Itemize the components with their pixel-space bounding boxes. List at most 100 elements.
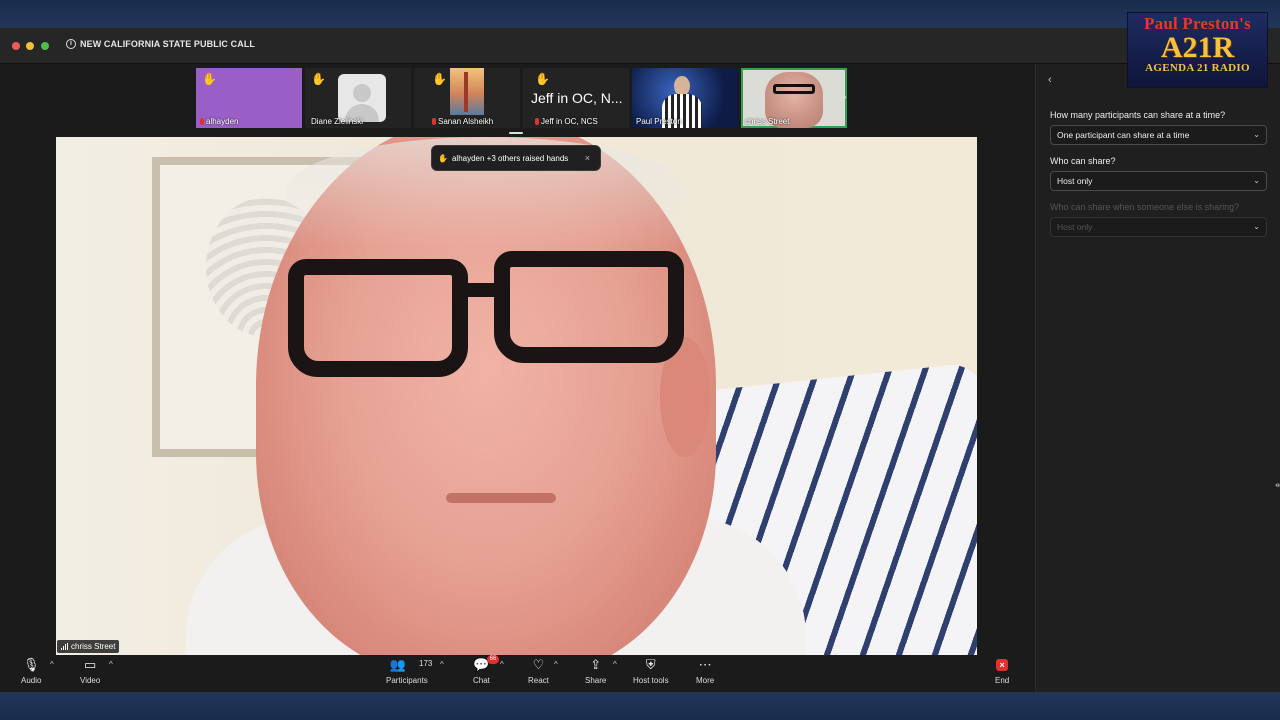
signal-bars-icon [61,643,68,650]
speaker-name: chriss Street [71,642,116,651]
video-label: Video [80,676,101,685]
participant-name: chriss Street [745,117,789,126]
chat-options-caret[interactable]: ^ [500,660,504,669]
participant-name-text: Sanan Alsheikh [438,117,494,126]
active-speaker-video [56,137,977,655]
logo-line-2: A21R [1160,31,1235,64]
desktop-top [0,0,1280,28]
participant-name: alhayden [200,117,238,126]
participant-name: Diane Zielinski [311,117,363,126]
screen: i NEW CALIFORNIA STATE PUBLIC CALL ✋ alh… [0,0,1280,720]
avatar [450,68,484,115]
video-button[interactable]: ▭ Video [80,656,100,685]
share-count-question: How many participants can share at a tim… [1050,110,1226,120]
microphone-icon: 🎙 [22,657,40,672]
participant-name-text: Jeff in OC, NCS [541,117,598,126]
chevron-down-icon: ⌄ [1253,222,1260,231]
shield-icon: ⛨ [645,657,656,672]
resize-cursor-icon: ⇹ [1275,480,1280,490]
audio-options-caret[interactable]: ^ [50,660,54,669]
participants-count: 173 [419,659,433,668]
zoom-window-button[interactable] [41,42,49,50]
participants-icon: 👥 [389,657,406,672]
participant-tile-jeff-in-oc[interactable]: ✋ Jeff in OC, N... Jeff in OC, NCS [523,68,629,128]
react-options-caret[interactable]: ^ [554,660,558,669]
more-icon: ⋯ [698,657,712,672]
strip-page-indicator [509,132,523,134]
participant-display-name: Jeff in OC, N... [531,90,623,106]
end-button[interactable]: × End [995,656,1009,685]
participant-tile-paul-preston[interactable]: Paul Preston [632,68,738,128]
camera-icon: ▭ [84,657,97,672]
share-label: Share [585,676,607,685]
participant-tile-alhayden[interactable]: ✋ alhayden [196,68,302,128]
chevron-left-icon[interactable]: ‹ [1048,74,1052,86]
toast-text: alhayden +3 others raised hands [451,153,569,163]
desktop-bottom [0,692,1280,720]
share-options-caret[interactable]: ^ [613,660,617,669]
react-label: React [528,676,549,685]
who-can-share-value: Host only [1057,176,1093,186]
mic-muted-icon [200,118,204,125]
raised-hand-icon: ✋ [535,72,550,86]
participant-name-text: Diane Zielinski [311,117,364,126]
react-button[interactable]: ♡ React [528,656,549,685]
minimize-window-button[interactable] [26,42,34,50]
share-count-select[interactable]: One participant can share at a time ⌄ [1050,125,1267,145]
video-options-caret[interactable]: ^ [109,660,113,669]
chevron-right-icon[interactable]: › [842,88,847,104]
raised-hand-icon: ✋ [311,72,326,86]
chat-label: Chat [473,676,490,685]
participant-name-text: Paul Preston [636,117,682,126]
a21r-logo: Paul Preston's A21R AGENDA 21 RADIO [1127,12,1268,88]
raised-hand-icon: ✋ [438,153,448,163]
share-settings-panel: ‹ How many participants can share at a t… [1035,64,1280,692]
participants-label: Participants [386,676,428,685]
host-tools-button[interactable]: ⛨ Host tools [633,656,669,685]
participant-tile-sanan-alsheikh[interactable]: ✋ Sanan Alsheikh [414,68,520,128]
meeting-title-text: NEW CALIFORNIA STATE PUBLIC CALL [80,39,256,49]
participant-name-text: alhayden [206,117,239,126]
end-call-icon: × [996,659,1009,671]
more-button[interactable]: ⋯ More [696,656,714,685]
participant-name: Jeff in OC, NCS [535,117,598,126]
participant-tile-chriss-street[interactable]: chriss Street [741,68,847,128]
info-icon[interactable]: i [66,39,76,49]
meeting-toolbar: 🎙 Audio ^ ▭ Video ^ 👥 Participants ^ 💬 C… [0,652,1034,692]
share-screen-icon: ⇪ [590,657,602,672]
raised-hands-toast[interactable]: ✋ alhayden +3 others raised hands × [431,145,601,171]
share-button[interactable]: ⇪ Share [585,656,606,685]
more-label: More [696,676,715,685]
chevron-down-icon: ⌄ [1253,130,1260,139]
participant-name: Sanan Alsheikh [432,117,493,126]
meeting-window: i NEW CALIFORNIA STATE PUBLIC CALL ✋ alh… [0,28,1280,692]
participant-name-text: chriss Street [745,117,790,126]
mic-muted-icon [432,118,436,125]
logo-line-3: AGENDA 21 RADIO [1145,62,1250,74]
audio-label: Audio [21,676,42,685]
meeting-title: i NEW CALIFORNIA STATE PUBLIC CALL [66,39,255,49]
close-icon[interactable]: × [585,153,590,163]
mic-muted-icon [535,118,539,125]
participants-options-caret[interactable]: ^ [440,660,444,669]
avatar-glasses [773,84,815,94]
who-can-share-question: Who can share? [1050,156,1116,166]
participant-name: Paul Preston [636,117,682,126]
raised-hand-icon: ✋ [432,72,447,86]
close-window-button[interactable] [12,42,20,50]
participant-tile-diane-zielinski[interactable]: ✋ Diane Zielinski [305,68,411,128]
share-while-sharing-question: Who can share when someone else is shari… [1050,202,1240,212]
share-count-value: One participant can share at a time [1057,130,1190,140]
share-while-sharing-select: Host only ⌄ [1050,217,1267,237]
chevron-down-icon: ⌄ [1253,176,1260,185]
avatar [338,74,386,122]
title-bar: i NEW CALIFORNIA STATE PUBLIC CALL [0,28,1280,64]
who-can-share-select[interactable]: Host only ⌄ [1050,171,1267,191]
chat-unread-badge: 66 [487,655,499,664]
raised-hand-icon: ✋ [202,72,217,86]
heart-icon: ♡ [532,657,545,672]
host-tools-label: Host tools [633,676,669,685]
end-label: End [995,676,1010,685]
audio-button[interactable]: 🎙 Audio [21,656,41,685]
participant-strip: ✋ alhayden ✋ Diane Zielinski ✋ Sanan Als… [196,68,847,128]
